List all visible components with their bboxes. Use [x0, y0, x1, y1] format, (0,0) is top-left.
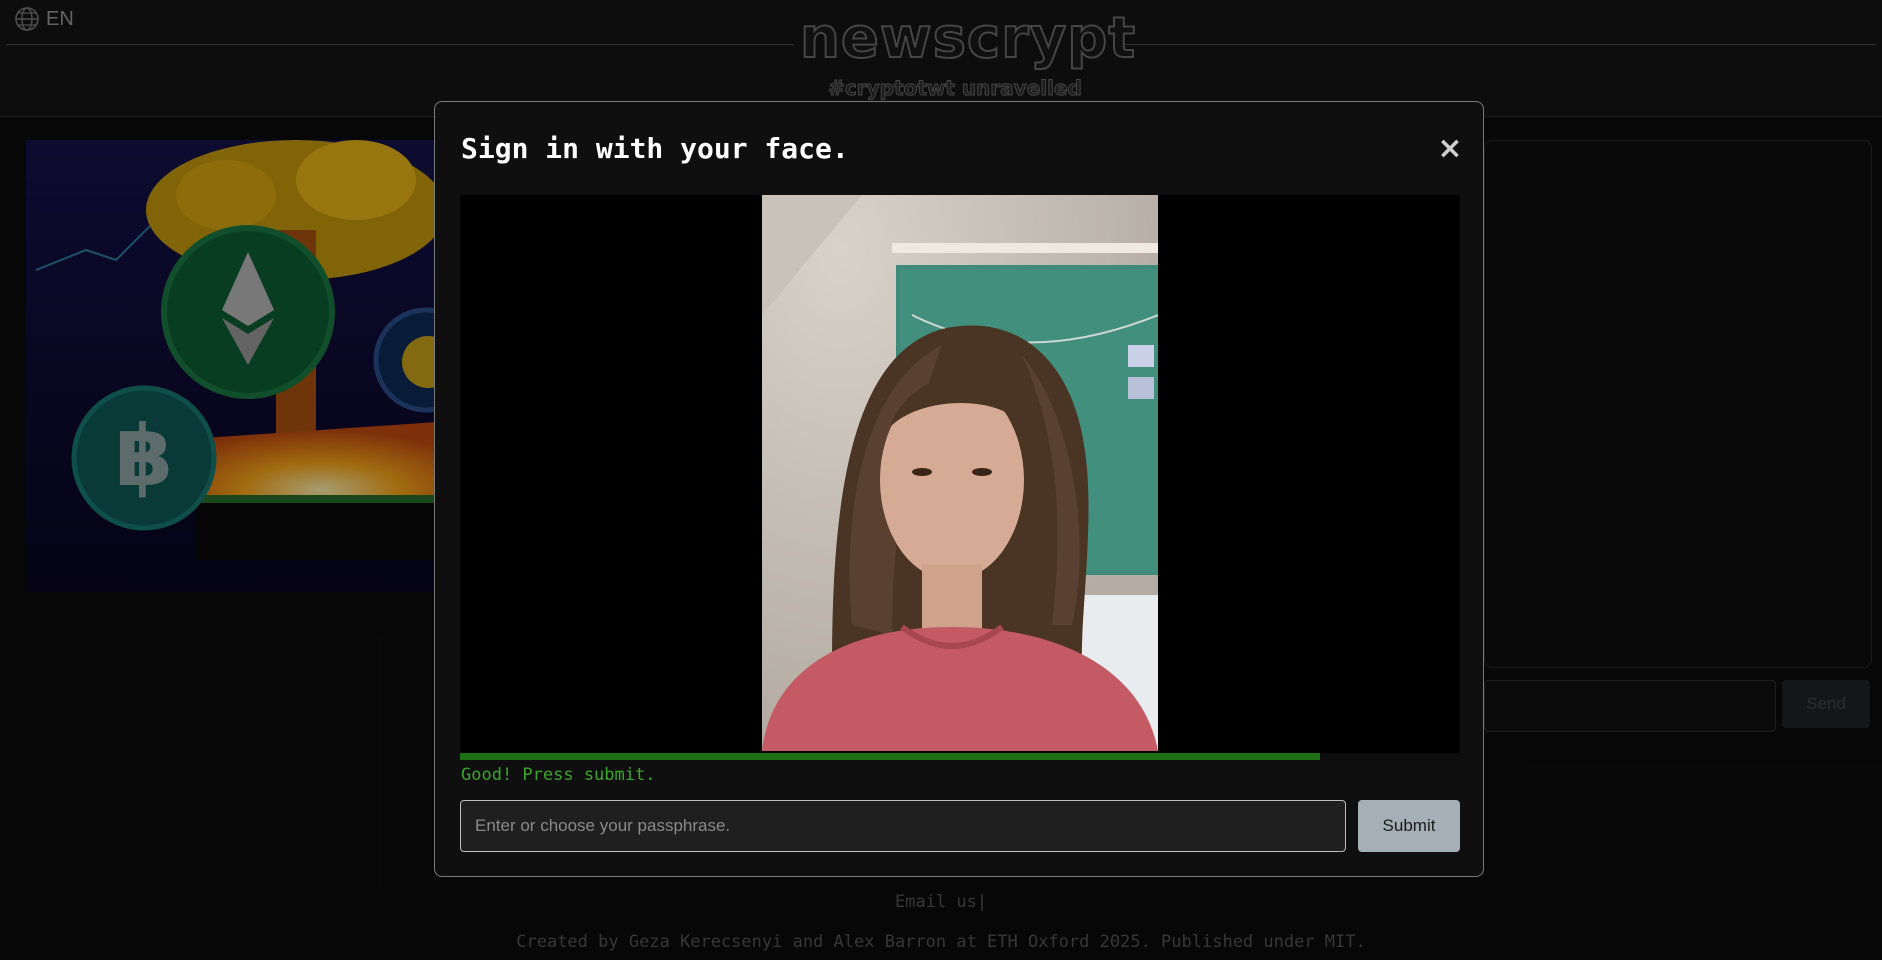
modal-title: Sign in with your face.: [461, 132, 849, 165]
scan-status-text: Good! Press submit.: [461, 765, 656, 785]
submit-button[interactable]: Submit: [1358, 800, 1460, 852]
camera-feed: [460, 195, 1460, 760]
face-scan-progress: [460, 753, 1460, 760]
face-scan-progress-fill: [460, 753, 1320, 760]
close-icon[interactable]: ×: [1435, 134, 1465, 164]
passphrase-input[interactable]: [460, 800, 1346, 852]
webcam-image: [762, 195, 1158, 751]
face-signin-modal: Sign in with your face. × Good! Press su…: [434, 101, 1484, 877]
